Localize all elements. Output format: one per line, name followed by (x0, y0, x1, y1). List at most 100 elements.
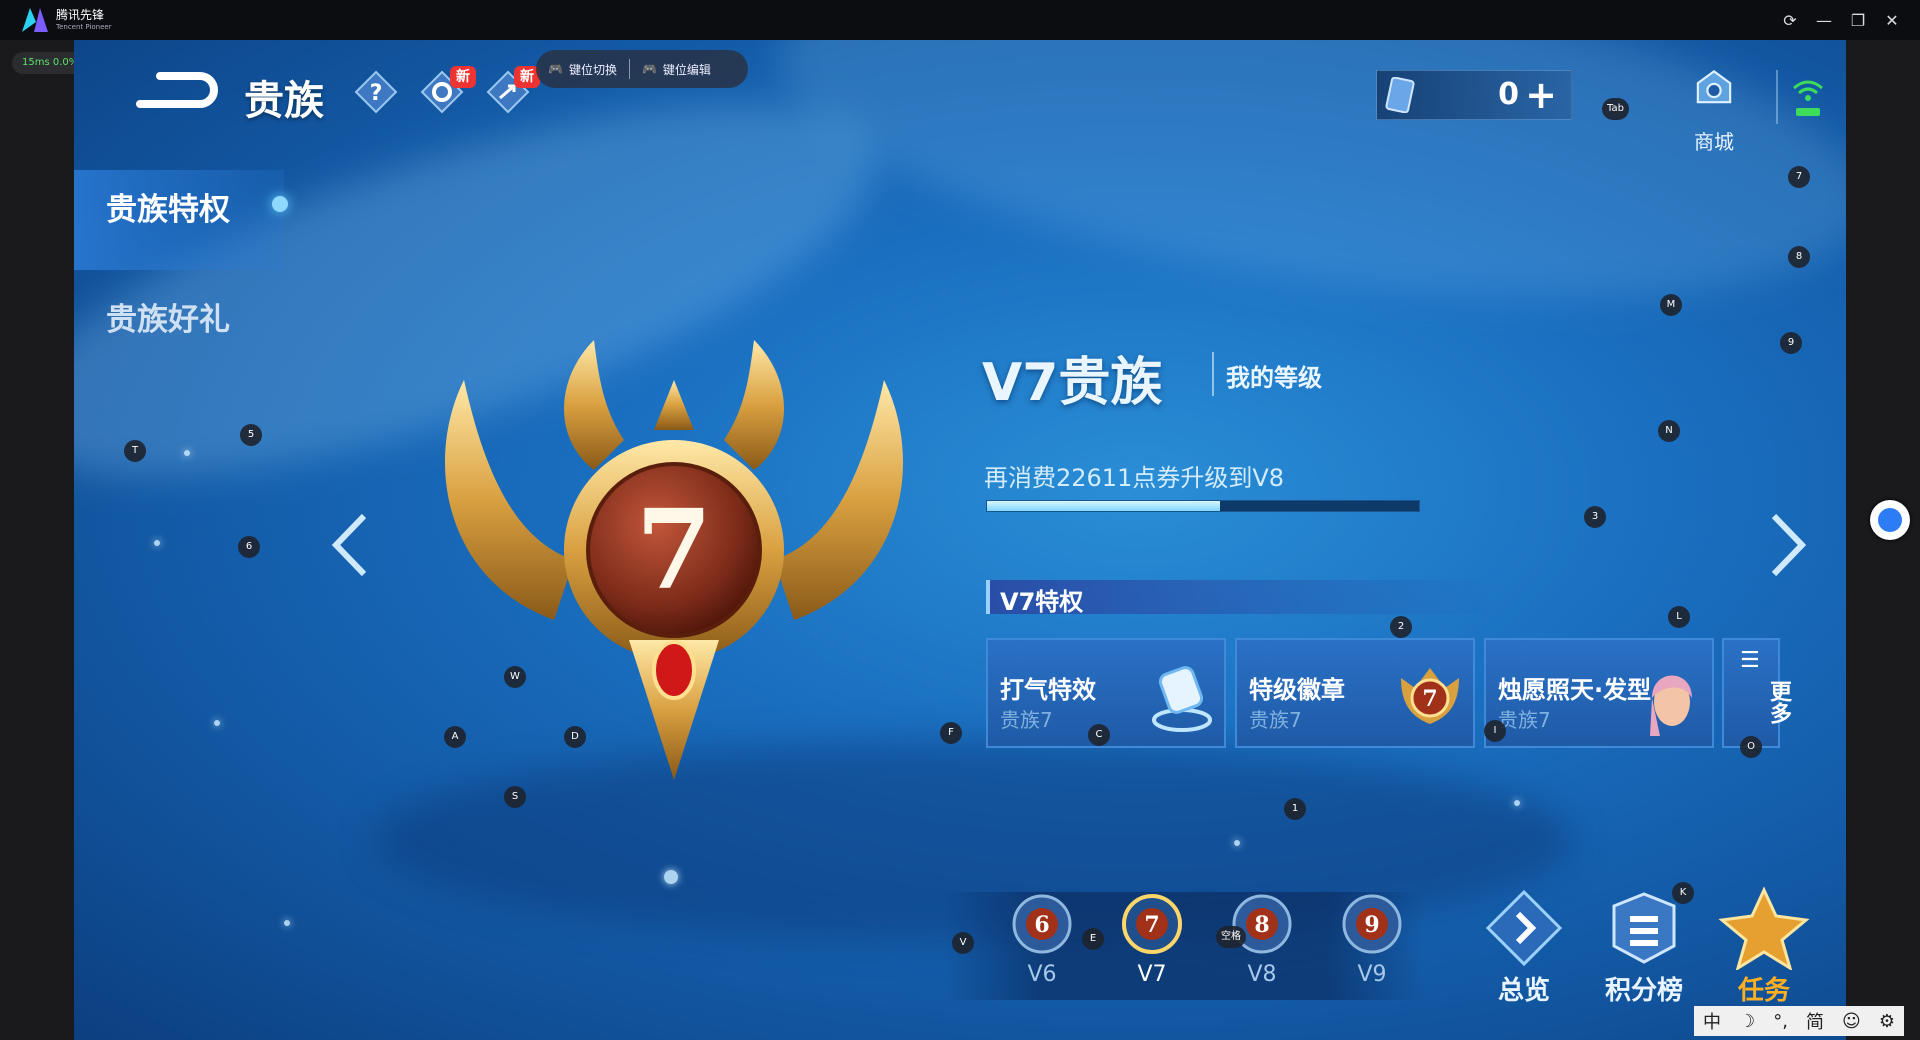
level-item-v6[interactable]: 6 V6 (1006, 894, 1078, 1002)
level-badge-icon: 6 (1012, 894, 1072, 954)
emoji-icon[interactable]: ☺ (1842, 1011, 1861, 1032)
svg-text:?: ? (370, 81, 383, 106)
svg-text:7: 7 (1144, 912, 1159, 938)
card-title: 打气特效 (1000, 676, 1096, 704)
key-hint-tab: Tab (1602, 98, 1629, 120)
key-hint: W (504, 666, 526, 688)
level-label: V8 (1247, 962, 1277, 987)
card-title: 烛愿照天·发型 (1498, 676, 1652, 704)
shop-label: 商城 (1694, 130, 1734, 154)
level-item-v8[interactable]: 8 V8 (1226, 894, 1298, 1002)
keymap-edit-label: 键位编辑 (662, 62, 711, 77)
minimize-icon[interactable]: — (1812, 8, 1836, 32)
currency-box: 0 + (1376, 70, 1572, 120)
shop-button[interactable]: 商城 (1684, 62, 1744, 154)
moon-icon[interactable]: ☽ (1739, 1011, 1755, 1032)
key-hint: I (1484, 720, 1506, 742)
left-gutter (0, 40, 74, 1040)
coupon-icon (1385, 77, 1415, 113)
emblem-level-number: 7 (636, 485, 713, 614)
shop-icon (1696, 70, 1732, 104)
nav-item-privileges[interactable]: 贵族特权 (106, 184, 230, 229)
level-badge-icon: 8 (1232, 894, 1292, 954)
close-icon[interactable]: ✕ (1880, 8, 1904, 32)
simplified-toggle[interactable]: 简 (1806, 1008, 1824, 1034)
gamepad-icon: 🎮 (548, 62, 563, 76)
right-gutter (1846, 40, 1920, 1040)
svg-text:8: 8 (1254, 912, 1269, 938)
tasks-button[interactable]: 任务 (1714, 886, 1814, 1010)
keymap-switch-label: 键位切换 (568, 62, 617, 77)
key-hint: 8 (1788, 246, 1810, 268)
ime-chinese-toggle[interactable]: 中 (1703, 1008, 1721, 1034)
level-label: V9 (1357, 962, 1387, 987)
key-hint: 3 (1584, 506, 1606, 528)
recharge-plus-button[interactable]: + (1525, 75, 1557, 115)
refresh-icon[interactable]: ⟳ (1778, 8, 1802, 32)
key-hint: 1 (1284, 798, 1306, 820)
floating-assistant-ball[interactable] (1870, 500, 1910, 540)
key-hint: O (1740, 736, 1762, 758)
card-title: 特级徽章 (1249, 676, 1345, 704)
key-hint: L (1668, 606, 1690, 628)
my-level-label: 我的等级 (1226, 364, 1322, 392)
level-badge-icon: 7 (1122, 894, 1182, 954)
key-hint: C (1088, 724, 1110, 746)
tasks-icon (1718, 886, 1810, 970)
privilege-header: V7特权 (986, 580, 1496, 616)
game-viewport: 贵族 ? 新 新 🎮 键位切换 🎮 键位编辑 0 + Tab 商城 贵族特权 贵… (74, 40, 1846, 1040)
key-hint: M (1660, 294, 1682, 316)
overview-button[interactable]: 总览 (1474, 886, 1574, 1010)
app-name-sub: Tencent Pioneer (56, 23, 112, 31)
back-button[interactable] (130, 68, 220, 116)
key-hint: N (1658, 420, 1680, 442)
tasks-label: 任务 (1737, 976, 1790, 1006)
key-hint: F (940, 722, 962, 744)
key-hint: S (504, 786, 526, 808)
level-item-v9[interactable]: 9 V9 (1336, 894, 1408, 1002)
app-logo-icon (22, 8, 48, 32)
vip-emblem: 7 (444, 340, 904, 780)
gamepad-edit-icon: 🎮 (641, 62, 657, 76)
upgrade-hint: 再消费22611点券升级到V8 (984, 464, 1285, 492)
more-label: 更多 (1766, 680, 1791, 724)
nav-item-gifts[interactable]: 贵族好礼 (106, 294, 230, 339)
svg-text:9: 9 (1364, 912, 1379, 938)
svg-text:7: 7 (1422, 686, 1437, 712)
vip-title: V7贵族 (982, 353, 1163, 413)
svg-text:6: 6 (1034, 912, 1049, 938)
prev-level-arrow[interactable] (326, 510, 376, 580)
currency-value: 0 (1498, 77, 1519, 112)
leaderboard-button[interactable]: 积分榜 (1594, 886, 1694, 1010)
wifi-signal-icon (1793, 80, 1823, 116)
nav-active-dot (272, 196, 288, 212)
level-badge-icon: 9 (1342, 894, 1402, 954)
punctuation-toggle[interactable]: °, (1773, 1011, 1788, 1032)
keymap-edit-button[interactable]: 🎮 键位编辑 (630, 50, 723, 88)
hairstyle-icon (1650, 675, 1692, 736)
key-hint: 6 (238, 536, 260, 558)
vip-title-divider (1212, 352, 1214, 396)
keymap-toolbar: 🎮 键位切换 🎮 键位编辑 (536, 50, 748, 88)
help-icon[interactable]: ? (354, 70, 398, 114)
more-privileges-button[interactable]: ☰ 更多 (1722, 638, 1791, 748)
restore-icon[interactable]: ❐ (1846, 8, 1870, 32)
card-sub: 贵族7 (1000, 708, 1053, 732)
ime-settings-icon[interactable]: ⚙ (1879, 1011, 1895, 1032)
next-level-arrow[interactable] (1762, 510, 1812, 580)
privilege-card[interactable]: 烛愿照天·发型 贵族7 (1484, 638, 1714, 748)
key-hint: K (1672, 882, 1694, 904)
fist-effect-icon (1152, 666, 1212, 732)
privilege-header-label: V7特权 (1000, 588, 1084, 616)
key-hint: 2 (1390, 616, 1412, 638)
key-hint: A (444, 726, 466, 748)
card-sub: 贵族7 (1249, 708, 1302, 732)
key-hint: T (124, 440, 146, 462)
privilege-card[interactable]: 特级徽章 贵族7 7 (1235, 638, 1475, 748)
key-hint: 空格 (1216, 926, 1246, 948)
app-name: 腾讯先锋 (56, 8, 105, 22)
level-item-v7[interactable]: 7 V7 (1116, 894, 1188, 1002)
upgrade-progress-bar (986, 500, 1420, 512)
keymap-switch-button[interactable]: 🎮 键位切换 (536, 50, 629, 88)
list-icon: ☰ (1740, 648, 1760, 673)
